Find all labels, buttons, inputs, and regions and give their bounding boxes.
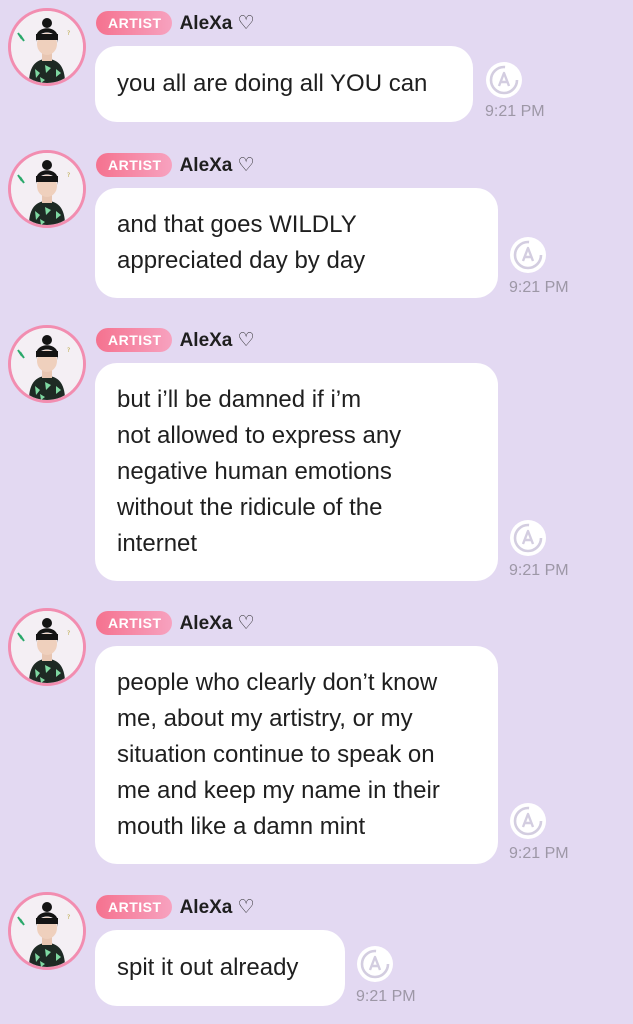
timestamp: 9:21 PM [509,845,569,862]
artist-badge: ARTIST [96,328,172,352]
message-bubble[interactable]: spit it out already [95,930,345,1006]
svg-text:?: ? [67,347,70,354]
svg-text:?: ? [67,172,70,179]
message-bubble[interactable]: you all are doing all YOU can [95,46,473,122]
avatar[interactable]: ? [8,608,86,686]
reaction-icon [360,949,390,979]
svg-text:?: ? [67,30,70,37]
svg-text:?: ? [67,630,70,637]
username[interactable]: AleXa ♡ [180,896,255,919]
timestamp: 9:21 PM [485,103,545,120]
artist-badge: ARTIST [96,895,172,919]
artist-badge: ARTIST [96,11,172,35]
reaction-icon [513,806,543,836]
avatar[interactable]: ? [8,892,86,970]
message-header: ARTIST AleXa ♡ [96,893,255,921]
message-header: ARTIST AleXa ♡ [96,326,255,354]
reaction-button[interactable] [510,237,546,273]
avatar[interactable]: ? [8,150,86,228]
reaction-button[interactable] [486,62,522,98]
message-bubble[interactable]: people who clearly don’t know me, about … [95,646,498,864]
timestamp: 9:21 PM [509,562,569,579]
artist-badge: ARTIST [96,153,172,177]
avatar[interactable]: ? [8,325,86,403]
avatar[interactable]: ? [8,8,86,86]
svg-text:?: ? [67,914,70,921]
reaction-icon [513,240,543,270]
timestamp: 9:21 PM [356,988,416,1005]
username[interactable]: AleXa ♡ [180,12,255,35]
reaction-icon [489,65,519,95]
reaction-button[interactable] [510,803,546,839]
artist-badge: ARTIST [96,611,172,635]
timestamp: 9:21 PM [509,279,569,296]
reaction-button[interactable] [510,520,546,556]
reaction-icon [513,523,543,553]
username[interactable]: AleXa ♡ [180,612,255,635]
message-header: ARTIST AleXa ♡ [96,151,255,179]
message-bubble[interactable]: but i’ll be damned if i’m not allowed to… [95,363,498,581]
reaction-button[interactable] [357,946,393,982]
username[interactable]: AleXa ♡ [180,329,255,352]
message-header: ARTIST AleXa ♡ [96,609,255,637]
username[interactable]: AleXa ♡ [180,154,255,177]
message-bubble[interactable]: and that goes WILDLY appreciated day by … [95,188,498,298]
message-header: ARTIST AleXa ♡ [96,9,255,37]
